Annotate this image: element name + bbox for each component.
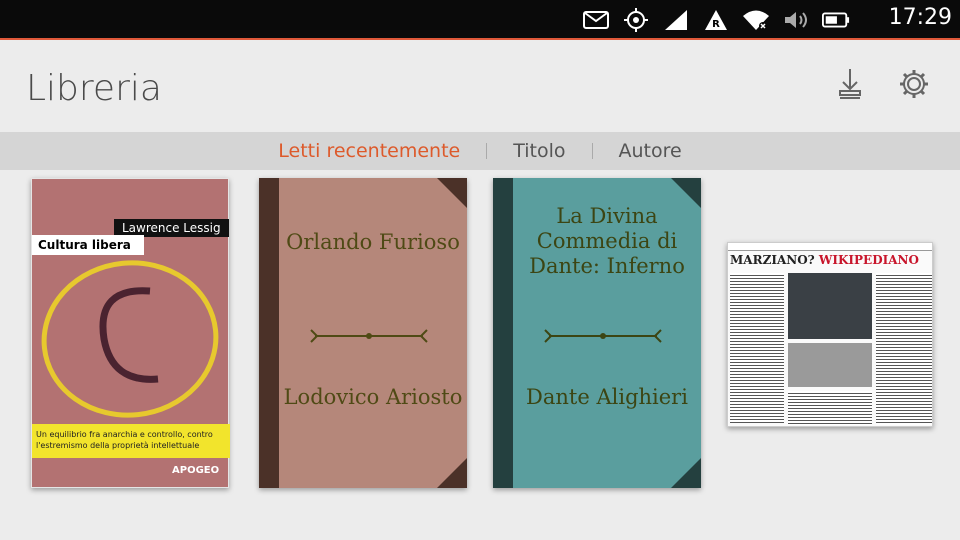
- svg-text:R: R: [712, 19, 720, 30]
- settings-button[interactable]: [894, 66, 934, 106]
- newspaper-photo: [788, 273, 872, 339]
- book-spine: [493, 178, 513, 488]
- newspaper-text-column: [876, 273, 932, 425]
- tab-recent[interactable]: Letti recentemente: [252, 140, 486, 162]
- book-corner: [671, 458, 701, 488]
- clock: 17:29: [888, 5, 952, 30]
- download-button[interactable]: [830, 66, 870, 106]
- ornament-divider: [544, 329, 662, 343]
- book-cover-newspaper[interactable]: MARZIANO? WIKIPEDIANO: [727, 242, 933, 427]
- newspaper-headline: MARZIANO? WIKIPEDIANO: [730, 253, 919, 267]
- download-icon: [836, 67, 864, 105]
- roaming-icon: R: [702, 7, 730, 33]
- book-title: La Divina Commedia di Dante: Inferno: [529, 204, 685, 278]
- newspaper-text-column: [788, 391, 872, 425]
- book-corner: [437, 458, 467, 488]
- battery-icon: [822, 7, 850, 33]
- book-author: Dante Alighieri: [526, 385, 688, 409]
- book-spine: [259, 178, 279, 488]
- location-icon: [622, 7, 650, 33]
- book-cover-divina-commedia[interactable]: La Divina Commedia di Dante: Inferno Dan…: [493, 178, 701, 488]
- book-cover-orlando-furioso[interactable]: Orlando Furioso Lodovico Ariosto: [259, 178, 467, 488]
- settings-icon: [898, 68, 930, 104]
- tab-title[interactable]: Titolo: [487, 140, 591, 162]
- mail-icon: [582, 7, 610, 33]
- book-corner: [437, 178, 467, 208]
- publisher-logo: APOGEO: [172, 465, 220, 476]
- newspaper-text-column: [730, 273, 784, 423]
- ornament-divider: [310, 329, 428, 343]
- app-header: Libreria: [0, 42, 960, 132]
- volume-icon: [782, 7, 810, 33]
- sort-tabs: Letti recentemente Titolo Autore: [0, 132, 960, 170]
- wifi-icon: [742, 7, 770, 33]
- book-title: Cultura libera: [32, 235, 144, 255]
- book-shelf: Lawrence Lessig Cultura libera Un equili…: [0, 170, 960, 540]
- status-bar: R 17:29: [0, 0, 960, 40]
- page-title: Libreria: [26, 68, 162, 109]
- newspaper-photo: [788, 343, 872, 387]
- newspaper-masthead: [728, 243, 932, 251]
- book-author: Lodovico Ariosto: [283, 385, 463, 409]
- book-cover-cultura-libera[interactable]: Lawrence Lessig Cultura libera Un equili…: [31, 178, 230, 488]
- signal-icon: [662, 7, 690, 33]
- book-title: Orlando Furioso: [286, 230, 460, 254]
- tab-author[interactable]: Autore: [593, 140, 708, 162]
- book-subtitle: Un equilibrio fra anarchia e controllo, …: [32, 424, 230, 458]
